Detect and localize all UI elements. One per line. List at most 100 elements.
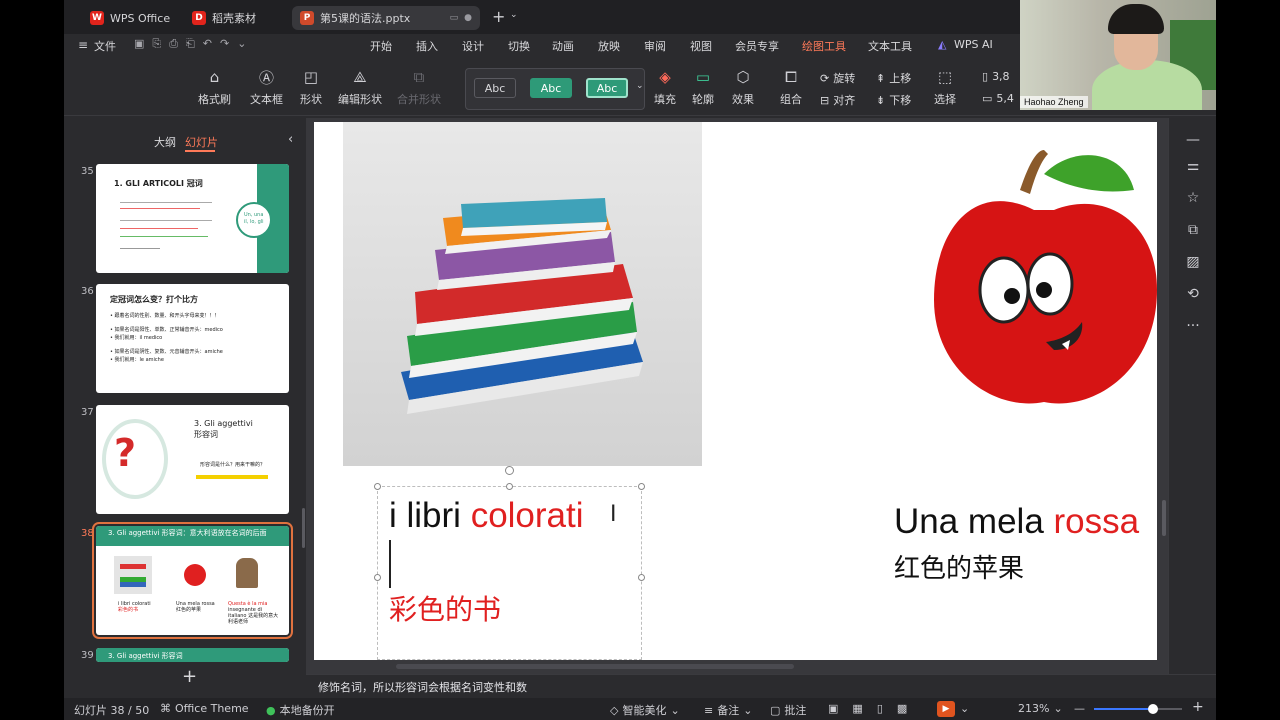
height-field[interactable]: ▯ 3,8 — [982, 70, 1010, 83]
cube-icon: ⬡ — [736, 68, 750, 86]
slide-thumbnail-35[interactable]: 1. GLI ARTICOLI 冠词 Un, una il, lo, gli — [96, 164, 289, 273]
shape-button[interactable]: ◰ 形状 — [300, 68, 322, 107]
slides-tab[interactable]: 幻灯片 — [185, 134, 218, 150]
zoom-level[interactable]: 213% ⌄ — [1018, 702, 1063, 715]
menu-file[interactable]: 文件 — [94, 38, 116, 54]
hamburger-icon[interactable]: ≡ — [78, 38, 88, 52]
slide-canvas: i libri colorati I 彩色的书 Una mela rossa 红… — [314, 122, 1157, 660]
zoom-in-icon[interactable]: + — [1192, 699, 1204, 715]
menu-design[interactable]: 设计 — [462, 38, 484, 54]
sliders-icon[interactable]: ⚌ — [1183, 156, 1203, 176]
gallery-expand-icon[interactable]: ⌄ — [636, 81, 644, 91]
resize-handle[interactable] — [506, 483, 513, 490]
slide-thumbnail-39[interactable]: 3. Gli aggettivi 形容词 — [96, 648, 289, 662]
menu-wps-ai[interactable]: WPS AI — [954, 38, 993, 51]
thumb-subtitle: 形容词 — [194, 430, 218, 439]
menu-drawing-tools[interactable]: 绘图工具 — [802, 38, 846, 58]
resize-handle[interactable] — [638, 574, 645, 581]
rotate-button[interactable]: ⟳ 旋转 — [820, 70, 855, 86]
rotate-handle-icon[interactable] — [505, 466, 514, 475]
minimize-icon[interactable]: — — [1183, 130, 1203, 150]
merge-shape-button[interactable]: ⧉ 合并形状 — [397, 68, 441, 107]
menu-view[interactable]: 视图 — [690, 38, 712, 54]
width-field[interactable]: ▭ 5,4 — [982, 92, 1014, 105]
outline-button[interactable]: ▭ 轮廓 — [692, 68, 714, 107]
edit-shape-icon: ⟁ — [353, 68, 367, 86]
menu-home[interactable]: 开始 — [370, 38, 392, 54]
history-icon[interactable]: ⟲ — [1183, 284, 1203, 304]
menu-slideshow[interactable]: 放映 — [598, 38, 620, 54]
align-button[interactable]: ⊟ 对齐 — [820, 92, 855, 108]
books-image[interactable] — [343, 122, 702, 466]
send-backward-button[interactable]: ⇟ 下移 — [876, 92, 911, 108]
play-slideshow-icon[interactable]: ▶ — [937, 701, 955, 717]
beautify-icon: ◇ — [610, 703, 619, 717]
speaker-notes[interactable]: 修饰名词，所以形容词会根据名词变性和数 — [306, 674, 1216, 696]
view-mode-buttons[interactable]: ▣ ▦ ▯ ▩ — [828, 702, 917, 715]
edit-shape-button[interactable]: ⟁ 编辑形状 — [338, 68, 382, 107]
textbox-icon: Ⓐ — [258, 68, 274, 87]
theme-button[interactable]: ⌘ Office Theme — [160, 702, 249, 715]
bring-forward-button[interactable]: ⇞ 上移 — [876, 70, 911, 86]
resize-handle[interactable] — [638, 483, 645, 490]
phrase-chinese-2[interactable]: 红色的苹果 — [894, 548, 1024, 585]
webcam-overlay: Haohao Zheng — [1020, 0, 1216, 110]
window-icon[interactable]: ▭ — [450, 13, 459, 23]
apple-image[interactable] — [934, 150, 1157, 410]
slide-thumbnail-37[interactable]: ? 3. Gli aggettivi 形容词 形容词是什么？用来干嘛的？ — [96, 405, 289, 514]
menu-insert[interactable]: 插入 — [416, 38, 438, 54]
play-options-icon[interactable]: ⌄ — [960, 702, 969, 715]
slide-thumbnail-36[interactable]: 定冠词怎么变？打个比方 • 跟着名词的性别、数量、和开头字母来变！！！ • 如果… — [96, 284, 289, 393]
docer-logo-icon: D — [192, 11, 206, 25]
backup-status[interactable]: ● 本地备份开 — [266, 702, 335, 718]
comments-button[interactable]: ▢ 批注 — [770, 702, 806, 718]
star-icon[interactable]: ☆ — [1183, 188, 1203, 208]
select-button[interactable]: ⬚ 选择 — [934, 68, 956, 107]
resize-handle[interactable] — [374, 574, 381, 581]
image-icon[interactable]: ▨ — [1183, 252, 1203, 272]
stack-of-books-icon — [401, 198, 643, 414]
notes-button[interactable]: ≡ 备注 ⌄ — [704, 702, 752, 718]
group-button[interactable]: ⧠ 组合 — [780, 68, 802, 107]
tab-wps-office[interactable]: W WPS Office — [82, 6, 178, 30]
canvas-vertical-scrollbar[interactable] — [1162, 500, 1166, 536]
effect-button[interactable]: ⬡ 效果 — [732, 68, 754, 107]
outline-tab[interactable]: 大纲 — [154, 134, 176, 150]
style-option-2[interactable]: Abc — [530, 78, 572, 98]
zoom-out-icon[interactable]: — — [1074, 702, 1085, 715]
menu-review[interactable]: 审阅 — [644, 38, 666, 54]
copy-icon[interactable]: ⧉ — [1183, 220, 1203, 240]
phrase-italian-1[interactable]: i libri colorati — [389, 496, 584, 536]
format-painter-button[interactable]: ⌂ 格式刷 — [198, 68, 231, 107]
resize-handle[interactable] — [374, 483, 381, 490]
menu-animation[interactable]: 动画 — [552, 38, 574, 54]
tab-docer[interactable]: D 稻壳素材 — [184, 6, 264, 30]
more-icon[interactable]: ··· — [1183, 316, 1203, 336]
new-tab-icon[interactable]: + — [492, 7, 505, 26]
slide-number: 39 — [81, 650, 94, 661]
dot-icon[interactable]: ● — [464, 13, 472, 23]
quick-access-icons[interactable]: ▣⎘⎙⎗↶↷⌄ — [134, 37, 254, 51]
beautify-button[interactable]: ◇ 智能美化 ⌄ — [610, 702, 680, 718]
collapse-panel-icon[interactable]: ‹ — [288, 132, 293, 147]
thumb-title: 1. GLI ARTICOLI 冠词 — [114, 179, 203, 188]
panel-scrollbar[interactable] — [302, 508, 305, 548]
canvas-horizontal-scrollbar[interactable] — [396, 664, 794, 669]
add-slide-button[interactable]: + — [182, 666, 197, 687]
menu-member[interactable]: 会员专享 — [735, 38, 779, 54]
fill-button[interactable]: ◈ 填充 — [654, 68, 676, 107]
zoom-slider[interactable] — [1094, 704, 1182, 714]
slide-thumbnail-38[interactable]: 3. Gli aggettivi 形容词：意大利语放在名词的后面 i libri… — [92, 522, 293, 639]
chevron-down-icon[interactable]: ⌄ — [510, 10, 518, 20]
phrase-italian-2[interactable]: Una mela rossa — [894, 502, 1139, 542]
menu-text-tools[interactable]: 文本工具 — [868, 38, 912, 54]
textbox-button[interactable]: Ⓐ 文本框 — [250, 68, 283, 107]
tab-label: WPS Office — [110, 11, 171, 25]
style-option-3[interactable]: Abc — [586, 78, 628, 98]
phrase-chinese-1[interactable]: 彩色的书 — [389, 588, 501, 628]
zoom-slider-handle[interactable] — [1148, 704, 1158, 714]
style-option-1[interactable]: Abc — [474, 78, 516, 98]
menu-transition[interactable]: 切换 — [508, 38, 530, 54]
tab-pptx-file[interactable]: P 第5课的语法.pptx ▭ ● — [292, 6, 480, 30]
shape-icon: ◰ — [303, 68, 319, 86]
